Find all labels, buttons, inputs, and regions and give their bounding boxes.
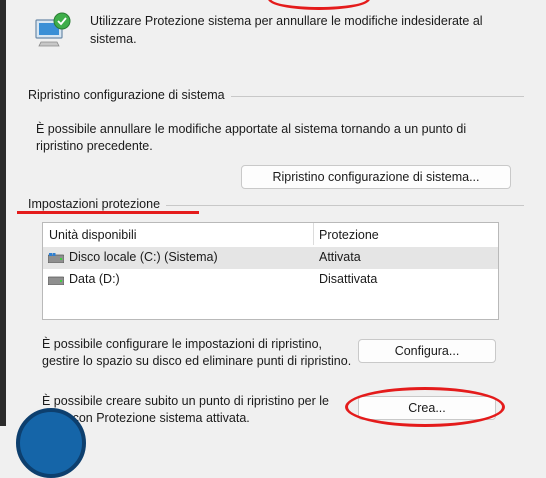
configure-button[interactable]: Configura... — [358, 339, 496, 363]
blue-circle-overlay — [16, 408, 86, 478]
protection-group-title: Impostazioni protezione — [28, 197, 167, 211]
drive-protection-status: Disattivata — [319, 272, 378, 286]
drive-row-c[interactable]: Disco locale (C:) (Sistema) Attivata — [43, 247, 498, 269]
drive-name: Disco locale (C:) (Sistema) — [69, 250, 218, 264]
red-annotation-underline — [17, 211, 199, 214]
create-description: È possibile creare subito un punto di ri… — [42, 394, 329, 425]
column-header-drives[interactable]: Unità disponibili — [49, 228, 137, 242]
system-restore-button[interactable]: Ripristino configurazione di sistema... — [241, 165, 511, 189]
restore-group-title: Ripristino configurazione di sistema — [28, 88, 231, 102]
drive-icon — [48, 276, 64, 285]
system-protection-computer-icon — [35, 12, 71, 47]
column-divider[interactable] — [313, 223, 314, 245]
column-header-protection[interactable]: Protezione — [319, 228, 379, 242]
red-annotation-oval — [345, 387, 505, 427]
drive-row-d[interactable]: Data (D:) Disattivata — [43, 269, 498, 291]
drives-listview[interactable]: Unità disponibili Protezione Disco local… — [42, 222, 499, 320]
header-description: Utilizzare Protezione sistema per annull… — [90, 14, 483, 46]
drive-name: Data (D:) — [69, 272, 120, 286]
configure-description: È possibile configurare le impostazioni … — [42, 337, 352, 368]
system-drive-icon — [48, 253, 64, 263]
listview-header: Unità disponibili Protezione — [43, 223, 498, 247]
restore-description: È possibile annullare le modifiche appor… — [36, 122, 467, 153]
drive-protection-status: Attivata — [319, 250, 361, 264]
